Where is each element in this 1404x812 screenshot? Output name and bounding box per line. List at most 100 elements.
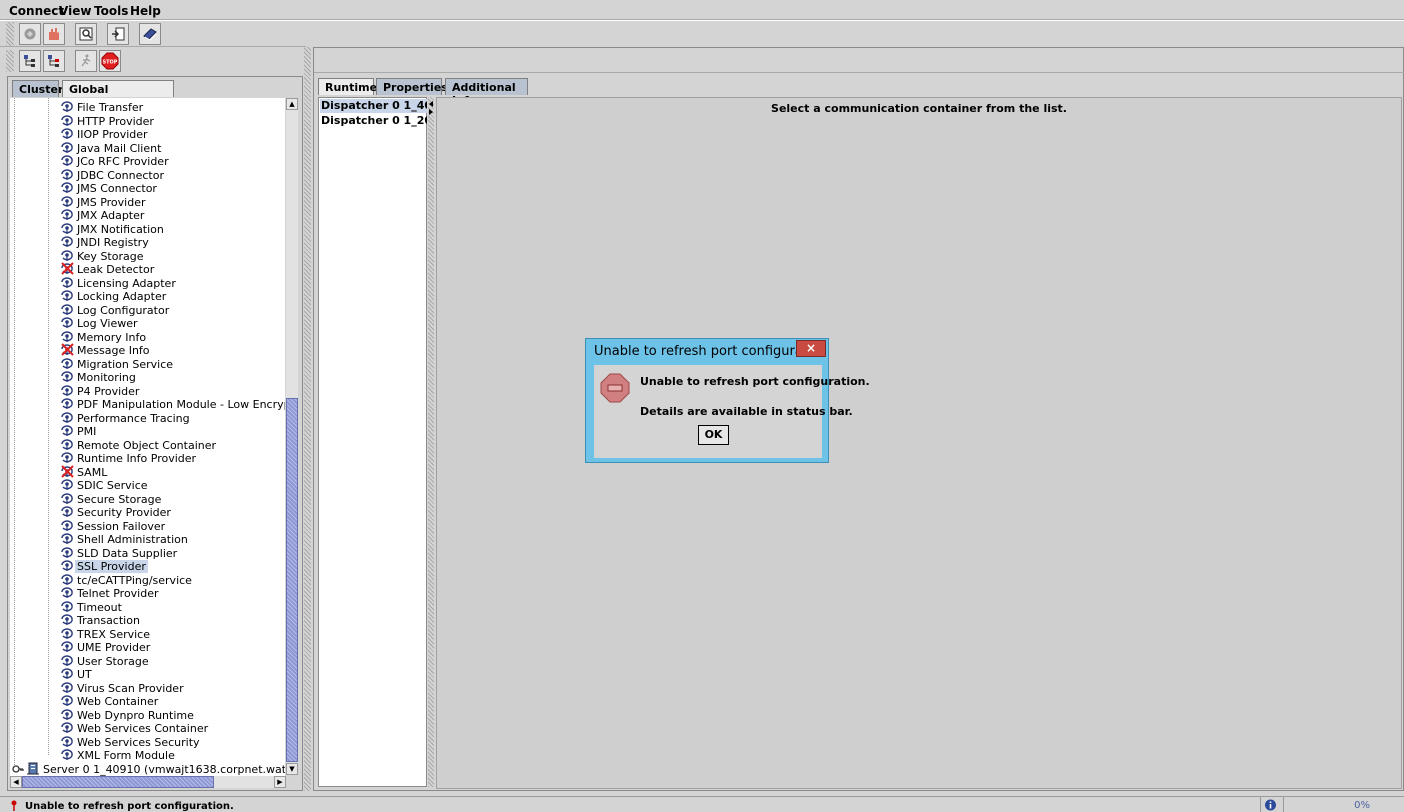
menu-connect[interactable]: Connect	[9, 4, 64, 18]
content-message: Select a communication container from th…	[771, 102, 1067, 115]
service-running-icon	[61, 330, 73, 342]
info-icon[interactable]	[1264, 799, 1277, 811]
menu-bar: Connect View Tools Help	[0, 0, 1404, 20]
splitter-arrows-icon[interactable]	[428, 100, 434, 116]
tree-item-label: Memory Info	[77, 330, 147, 344]
disconnect-button[interactable]	[43, 23, 65, 45]
service-running-icon	[61, 654, 73, 666]
service-running-icon	[61, 749, 73, 760]
dialog-message: Unable to refresh port configuration.	[640, 375, 870, 388]
help-book-icon	[143, 28, 157, 41]
tree-item-label: Security Provider	[77, 506, 171, 519]
find-button[interactable]	[75, 23, 97, 45]
tree-guide-line	[14, 98, 15, 766]
service-running-icon	[61, 249, 73, 261]
expand-tree-button[interactable]	[19, 50, 41, 72]
tree-item-label: PMI	[77, 425, 97, 438]
key-expand-icon	[12, 765, 24, 773]
tree-item-label: SSL Provider	[75, 560, 148, 573]
service-running-icon	[61, 290, 73, 301]
tree-item-label: Remote Object Container	[77, 438, 217, 452]
tree-horizontal-scroll-thumb[interactable]	[22, 776, 214, 788]
progress-indicator: 0%	[1354, 800, 1370, 811]
tree-item-label: JCo RFC Provider	[77, 155, 169, 168]
tree-item-label: JMX Notification	[77, 222, 164, 236]
service-running-icon	[61, 735, 73, 747]
scroll-down-arrow[interactable]: ▼	[286, 763, 298, 775]
tree-item-label: Web Dynpro Runtime	[77, 708, 194, 722]
help-book-button[interactable]	[139, 23, 161, 45]
tree-item-label: Performance Tracing	[77, 411, 190, 425]
tree-item-label: XML Form Module	[77, 749, 175, 762]
tree-item-label: Leak Detector	[77, 263, 155, 276]
toolbar-grip[interactable]	[6, 22, 14, 46]
service-running-icon	[61, 668, 73, 679]
tree-item-label: Java Mail Client	[77, 141, 162, 155]
connect-button[interactable]	[19, 23, 41, 45]
collapse-tree-button[interactable]	[43, 50, 65, 72]
menu-tools[interactable]: Tools	[94, 4, 128, 18]
service-stopped-icon	[61, 343, 74, 356]
dispatcher-list[interactable]: Dispatcher 0 1_40910 Dispatcher 0 1_2065…	[318, 97, 427, 787]
service-tree[interactable]: File Transfer HTTP Provider IIOP Provider J…	[10, 98, 285, 778]
status-divider	[1283, 797, 1284, 812]
service-running-icon	[61, 195, 73, 207]
service-running-icon	[61, 641, 73, 652]
tree-item-label: Web Container	[77, 695, 159, 708]
tree-item-label: Web Services Container	[77, 722, 209, 735]
tree-server-label: Server 0 1_40910 (vmwajt1638.corpnet.wat…	[43, 763, 285, 776]
tab-runtime[interactable]: Runtime	[318, 78, 377, 95]
service-running-icon	[61, 546, 73, 558]
status-divider	[1260, 797, 1261, 812]
service-running-icon	[61, 519, 73, 531]
tree-item-label: SLD Data Supplier	[77, 546, 178, 560]
tree-item-label: HTTP Provider	[77, 114, 154, 128]
list-splitter[interactable]	[428, 97, 434, 787]
service-running-icon	[61, 371, 73, 382]
logout-icon	[112, 27, 125, 41]
left-toolbar-grip[interactable]	[6, 50, 14, 72]
error-stop-icon	[600, 373, 630, 403]
tree-item-label: JNDI Registry	[77, 236, 149, 249]
menu-view[interactable]: View	[59, 4, 91, 18]
list-item-dispatcher-1[interactable]: Dispatcher 0 1_40910	[320, 99, 427, 113]
service-running-icon	[61, 101, 73, 112]
dialog-detail: Details are available in status bar.	[640, 405, 853, 418]
run-button[interactable]	[75, 50, 97, 72]
menu-divider-highlight	[0, 20, 1404, 21]
tree-item-label: PDF Manipulation Module - Low Encryption	[77, 398, 285, 411]
tree-item-label: JDBC Connector	[77, 168, 164, 182]
scroll-right-arrow[interactable]: ▶	[274, 776, 286, 788]
service-stopped-icon	[61, 262, 74, 275]
scroll-left-arrow[interactable]: ◀	[10, 776, 22, 788]
service-running-icon	[61, 276, 73, 288]
list-item-dispatcher-2[interactable]: Dispatcher 0 1_20654	[320, 114, 427, 128]
service-running-icon	[61, 681, 73, 693]
menu-help[interactable]: Help	[130, 4, 161, 18]
stop-icon: STOP	[101, 52, 119, 70]
tree-item-label: Log Configurator	[77, 303, 170, 317]
content-area: Select a communication container from th…	[436, 97, 1402, 789]
dialog-close-button[interactable]: ×	[796, 340, 826, 357]
service-running-icon	[61, 317, 73, 328]
service-running-icon	[61, 452, 73, 463]
tab-cluster[interactable]: Cluster	[12, 80, 63, 97]
tree-item-label: Locking Adapter	[77, 290, 167, 303]
tab-properties[interactable]: Properties	[376, 78, 448, 95]
logout-button[interactable]	[107, 23, 129, 45]
service-running-icon	[61, 614, 73, 625]
tab-global-configuration[interactable]: Global Configuration	[62, 80, 174, 109]
service-running-icon	[61, 722, 73, 733]
service-running-icon	[61, 411, 73, 423]
tab-additional-info[interactable]: Additional Info	[445, 78, 528, 107]
status-bar: Unable to refresh port configuration. 0%	[0, 796, 1404, 812]
tree-item-label: Monitoring	[77, 371, 136, 384]
tree-item-label: Log Viewer	[77, 317, 138, 330]
panel-splitter[interactable]	[304, 47, 311, 791]
tree-vertical-scroll-thumb[interactable]	[286, 398, 298, 762]
scroll-up-arrow[interactable]: ▲	[286, 98, 298, 110]
service-running-icon	[61, 384, 73, 396]
stop-button[interactable]: STOP	[99, 50, 121, 72]
server-icon	[27, 762, 39, 775]
ok-button[interactable]: OK	[698, 425, 729, 445]
